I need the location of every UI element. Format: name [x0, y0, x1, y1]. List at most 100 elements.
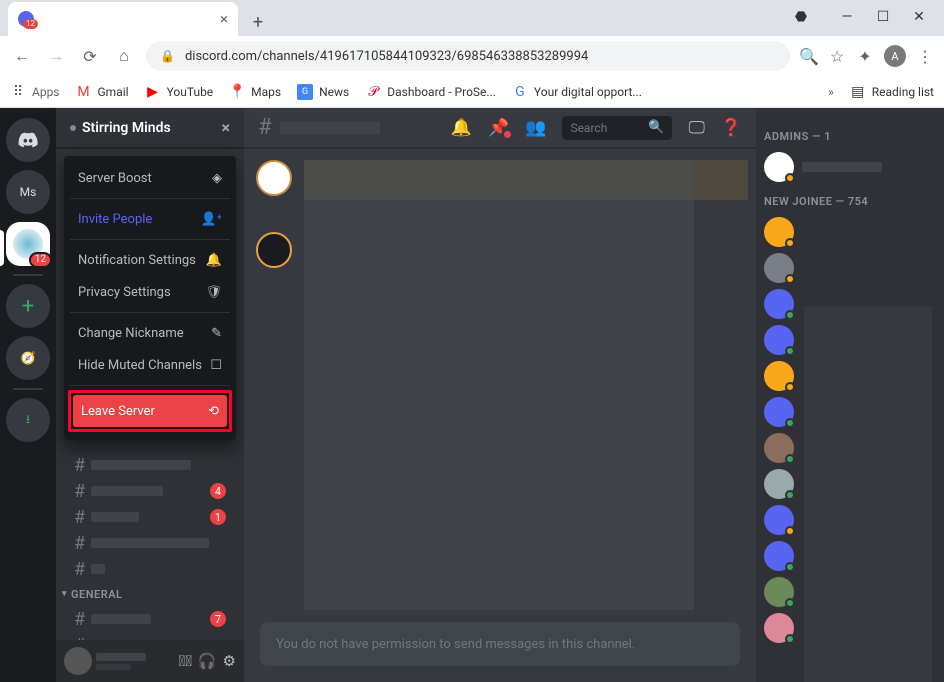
new-tab-button[interactable]: + — [244, 8, 272, 36]
server-header[interactable]: Stirring Minds × — [56, 108, 244, 148]
bookmarks-bar: ⠿Apps MGmail ▶YouTube 📍Maps GNews 𝒫Dashb… — [0, 76, 944, 108]
reload-button[interactable]: ⟳ — [78, 44, 102, 68]
forward-button[interactable]: → — [44, 44, 68, 68]
invite-icon: 👤⁺ — [201, 212, 222, 227]
channel-item[interactable]: # — [56, 452, 244, 478]
apps-grid-icon: ⠿ — [10, 84, 26, 100]
discord-logo-icon — [17, 132, 39, 148]
menu-privacy-settings[interactable]: Privacy Settings🛡 — [70, 276, 230, 308]
server-status-dot — [70, 125, 76, 131]
embed-placeholder — [304, 160, 694, 610]
pencil-icon: ✎ — [211, 326, 222, 341]
channel-item[interactable]: #1 — [56, 504, 244, 530]
channel-item[interactable]: #4 — [56, 478, 244, 504]
apps-shortcut[interactable]: ⠿Apps — [10, 84, 60, 100]
bookmarks-overflow[interactable]: » — [828, 85, 834, 99]
notifications-icon[interactable]: 🔔 — [451, 118, 472, 138]
role-header-admins: ADMINS — 1 — [764, 130, 936, 143]
kebab-menu-icon[interactable]: ⋮ — [916, 47, 934, 65]
gmail-icon: M — [76, 84, 92, 100]
member-row[interactable] — [764, 149, 936, 185]
channel-item[interactable]: #7 — [56, 606, 244, 632]
url-text: discord.com/channels/419617105844109323/… — [185, 49, 588, 64]
menu-change-nickname[interactable]: Change Nickname✎ — [70, 317, 230, 349]
channel-item[interactable]: # — [56, 556, 244, 582]
channel-sidebar: Stirring Minds × Server Boost◈ Invite Pe… — [56, 108, 244, 682]
zoom-icon[interactable]: 🔍 — [800, 47, 818, 65]
maps-icon: 📍 — [229, 84, 245, 100]
settings-gear-icon[interactable]: ⚙ — [223, 652, 236, 670]
channel-list: # #4 #1 # # GENERAL #7 # # — [56, 448, 244, 640]
server-dropdown-close-icon[interactable]: × — [222, 118, 231, 137]
bookmark-opport[interactable]: GYour digital opport... — [512, 84, 642, 100]
members-sidebar: ADMINS — 1 NEW JOINEE — 754 — [756, 108, 944, 682]
menu-server-boost[interactable]: Server Boost◈ — [70, 162, 230, 194]
role-header-new-joinee: NEW JOINEE — 754 — [764, 195, 936, 208]
minimize-button[interactable]: — — [840, 10, 854, 24]
server-name: Stirring Minds — [82, 120, 171, 136]
search-input[interactable]: Search🔍 — [562, 116, 672, 140]
channel-name — [280, 122, 380, 134]
unread-badge: 4 — [210, 483, 226, 499]
message-avatar[interactable] — [256, 160, 292, 196]
url-input[interactable]: 🔒 discord.com/channels/41961710584410932… — [146, 41, 790, 71]
server-ms[interactable]: Ms — [6, 170, 50, 214]
menu-invite-people[interactable]: Invite People👤⁺ — [70, 203, 230, 235]
server-stirring-minds[interactable]: 12 — [6, 222, 50, 266]
pinterest-icon: 𝒫 — [365, 84, 381, 100]
unread-badge: 7 — [210, 611, 226, 627]
hash-icon: # — [258, 115, 272, 140]
reading-list-button[interactable]: ▤Reading list — [850, 84, 934, 100]
close-window-button[interactable]: ✕ — [912, 10, 926, 24]
browser-tab[interactable]: × — [8, 2, 238, 36]
members-toggle-icon[interactable]: 👥 — [525, 118, 546, 138]
news-icon: G — [297, 84, 313, 100]
tab-strip: × + ⬣ — ☐ ✕ — [0, 0, 944, 36]
profile-avatar[interactable]: A — [884, 45, 906, 67]
home-button[interactable]: ⌂ — [112, 44, 136, 68]
server-rail: Ms 12 + 🧭 ⭳ — [0, 108, 56, 682]
boost-icon: ◈ — [212, 171, 222, 186]
google-icon: G — [512, 84, 528, 100]
mute-mic-icon[interactable]: 🎙̸ — [179, 652, 192, 670]
discord-favicon — [18, 11, 34, 27]
discord-home-button[interactable] — [6, 118, 50, 162]
message-avatar[interactable] — [256, 232, 292, 268]
shield-icon: 🛡 — [205, 285, 222, 300]
explore-servers-button[interactable]: 🧭 — [6, 336, 50, 380]
maximize-button[interactable]: ☐ — [876, 10, 890, 24]
menu-hide-muted[interactable]: Hide Muted Channels☐ — [70, 349, 230, 381]
channel-category-general[interactable]: GENERAL — [56, 582, 244, 606]
menu-notification-settings[interactable]: Notification Settings🔔 — [70, 244, 230, 276]
headphones-icon[interactable]: 🎧 — [198, 652, 217, 670]
pinned-icon[interactable]: 📌 — [488, 118, 509, 138]
server-separator — [13, 274, 43, 276]
bookmark-star-icon[interactable]: ☆ — [828, 47, 846, 65]
download-apps-button[interactable]: ⭳ — [6, 398, 50, 442]
bell-icon: 🔔 — [206, 253, 222, 268]
bookmark-gmail[interactable]: MGmail — [76, 84, 129, 100]
bookmark-news[interactable]: GNews — [297, 84, 349, 100]
bookmark-youtube[interactable]: ▶YouTube — [145, 84, 214, 100]
help-icon[interactable]: ❓ — [721, 118, 742, 138]
leave-icon: ⟲ — [208, 404, 219, 419]
main-content: # 🔔 📌 👥 Search🔍 🖵 ❓ You do not have perm… — [244, 108, 756, 682]
bookmark-dashboard[interactable]: 𝒫Dashboard - ProSe... — [365, 84, 496, 100]
lock-icon: 🔒 — [160, 49, 175, 63]
member-row[interactable] — [764, 250, 936, 286]
self-avatar[interactable] — [64, 647, 92, 675]
bookmark-maps[interactable]: 📍Maps — [229, 84, 281, 100]
address-bar: ← → ⟳ ⌂ 🔒 discord.com/channels/419617105… — [0, 36, 944, 76]
reading-list-icon: ▤ — [850, 84, 866, 100]
inbox-icon[interactable]: 🖵 — [688, 118, 704, 138]
members-placeholder — [804, 306, 932, 682]
messages-area — [244, 148, 756, 622]
menu-leave-server[interactable]: Leave Server⟲ — [73, 395, 227, 427]
tab-close-icon[interactable]: × — [220, 10, 228, 28]
add-server-button[interactable]: + — [6, 284, 50, 328]
back-button[interactable]: ← — [10, 44, 34, 68]
extensions-icon[interactable]: ✦ — [856, 47, 874, 65]
channel-item[interactable]: # — [56, 530, 244, 556]
member-row[interactable] — [764, 214, 936, 250]
channel-item[interactable]: # — [56, 632, 244, 640]
